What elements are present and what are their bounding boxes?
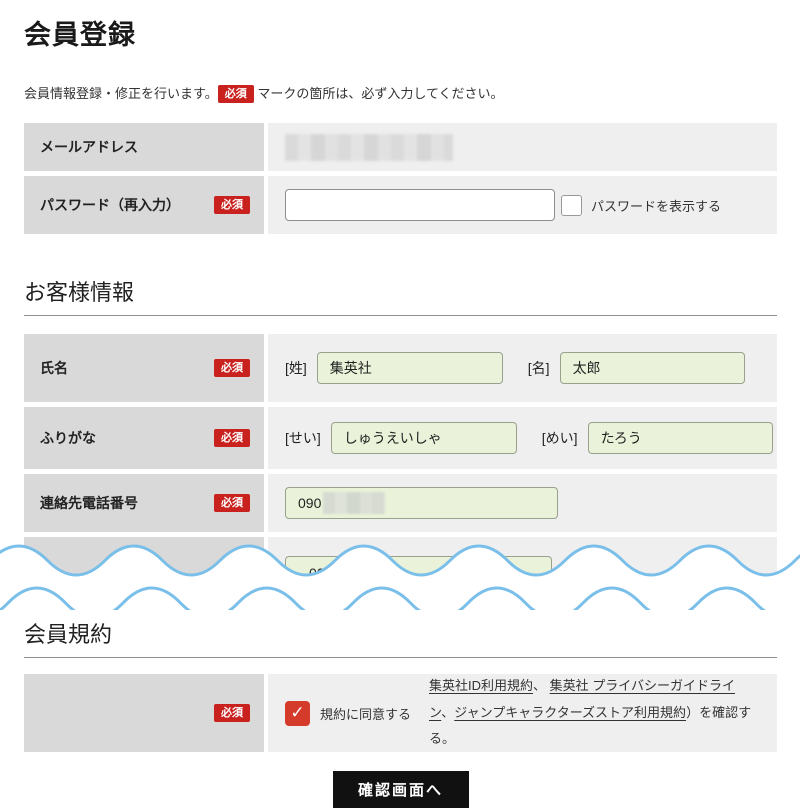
agree-checkbox-checked[interactable]: ✓ xyxy=(285,701,310,726)
link-store-terms[interactable]: ジャンプキャラクターズストア利用規約 xyxy=(454,705,686,720)
email-value-cell xyxy=(268,123,777,171)
name-row: 氏名 必須 [姓] [名] xyxy=(24,334,777,402)
password-row: パスワード（再入力） 必須 パスワードを表示する xyxy=(24,176,777,234)
name-value-cell: [姓] [名] xyxy=(268,334,777,402)
customer-form-table: 氏名 必須 [姓] [名] ふりがな 必須 [せい] [めい] xyxy=(24,334,777,585)
terms-form-table: 必須 ✓ 規約に同意する 集英社ID利用規約、 集英社 プライバシーガイドライン… xyxy=(24,674,777,752)
postal-fragment: 0051 xyxy=(309,565,340,581)
terms-links: 集英社ID利用規約、 集英社 プライバシーガイドライン、ジャンプキャラクターズス… xyxy=(429,673,753,753)
email-label: メールアドレス xyxy=(40,137,138,157)
required-badge: 必須 xyxy=(214,359,250,377)
account-form-table: メールアドレス パスワード（再入力） 必須 パスワードを表示する xyxy=(24,123,777,234)
separator: 、 xyxy=(533,678,546,693)
first-name-input[interactable] xyxy=(560,352,745,384)
agreement-row: 必須 ✓ 規約に同意する 集英社ID利用規約、 集英社 プライバシーガイドライン… xyxy=(24,674,777,752)
email-row: メールアドレス xyxy=(24,123,777,171)
furigana-label-cell: ふりがな 必須 xyxy=(24,407,264,469)
show-password-checkbox[interactable] xyxy=(561,195,582,216)
redacted-phone-value xyxy=(323,492,385,514)
customer-info-heading: お客様情報 xyxy=(24,275,777,316)
terms-heading: 会員規約 xyxy=(24,617,777,658)
first-name-kana-input[interactable] xyxy=(588,422,773,454)
required-badge: 必須 xyxy=(214,196,250,214)
redacted-email-value xyxy=(285,134,453,161)
intro-after: マークの箇所は、必ず入力してください。 xyxy=(257,86,503,101)
confirm-button[interactable]: 確認画面へ xyxy=(333,771,469,808)
separator: 、 xyxy=(441,705,454,720)
truncated-value-cell: 0051 xyxy=(268,537,777,585)
agreement-value-cell: ✓ 規約に同意する 集英社ID利用規約、 集英社 プライバシーガイドライン、ジャ… xyxy=(268,674,777,752)
last-name-input[interactable] xyxy=(317,352,503,384)
check-icon: ✓ xyxy=(290,703,304,723)
required-badge: 必須 xyxy=(218,85,254,103)
furigana-label: ふりがな xyxy=(40,428,96,448)
sei-prefix: [姓] xyxy=(285,358,307,378)
link-shueisha-id-terms[interactable]: 集英社ID利用規約 xyxy=(429,678,533,693)
phone-value-cell: 090 xyxy=(268,474,777,532)
agreement-label-cell: 必須 xyxy=(24,674,264,752)
name-label-cell: 氏名 必須 xyxy=(24,334,264,402)
phone-label-cell: 連絡先電話番号 必須 xyxy=(24,474,264,532)
password-label: パスワード（再入力） xyxy=(40,195,180,215)
intro-text: 会員情報登録・修正を行います。必須 マークの箇所は、必ず入力してください。 xyxy=(24,83,777,103)
required-badge: 必須 xyxy=(214,429,250,447)
intro-before: 会員情報登録・修正を行います。 xyxy=(24,86,218,101)
truncated-label-cell xyxy=(24,537,264,585)
password-label-cell: パスワード（再入力） 必須 xyxy=(24,176,264,234)
phone-label: 連絡先電話番号 xyxy=(40,493,138,513)
required-badge: 必須 xyxy=(214,494,250,512)
email-label-cell: メールアドレス xyxy=(24,123,264,171)
name-label: 氏名 xyxy=(40,358,68,378)
phone-input[interactable]: 090 xyxy=(285,487,558,519)
postal-code-input-partial[interactable]: 0051 xyxy=(285,556,552,590)
mei-prefix: [名] xyxy=(528,358,550,378)
password-value-cell: パスワードを表示する xyxy=(268,176,777,234)
password-input[interactable] xyxy=(285,189,555,221)
furigana-row: ふりがな 必須 [せい] [めい] xyxy=(24,407,777,469)
page-title: 会員登録 xyxy=(24,0,777,52)
truncated-row: 0051 xyxy=(24,537,777,585)
kana-sei-prefix: [せい] xyxy=(285,428,321,448)
kana-mei-prefix: [めい] xyxy=(542,428,578,448)
last-name-kana-input[interactable] xyxy=(331,422,517,454)
phone-visible-digits: 090 xyxy=(298,495,321,511)
phone-row: 連絡先電話番号 必須 090 xyxy=(24,474,777,532)
required-badge: 必須 xyxy=(214,704,250,722)
registration-page: 会員登録 会員情報登録・修正を行います。必須 マークの箇所は、必ず入力してくださ… xyxy=(0,0,800,808)
agree-label: 規約に同意する xyxy=(320,704,411,723)
show-password-label: パスワードを表示する xyxy=(591,196,721,215)
furigana-value-cell: [せい] [めい] xyxy=(268,407,777,469)
